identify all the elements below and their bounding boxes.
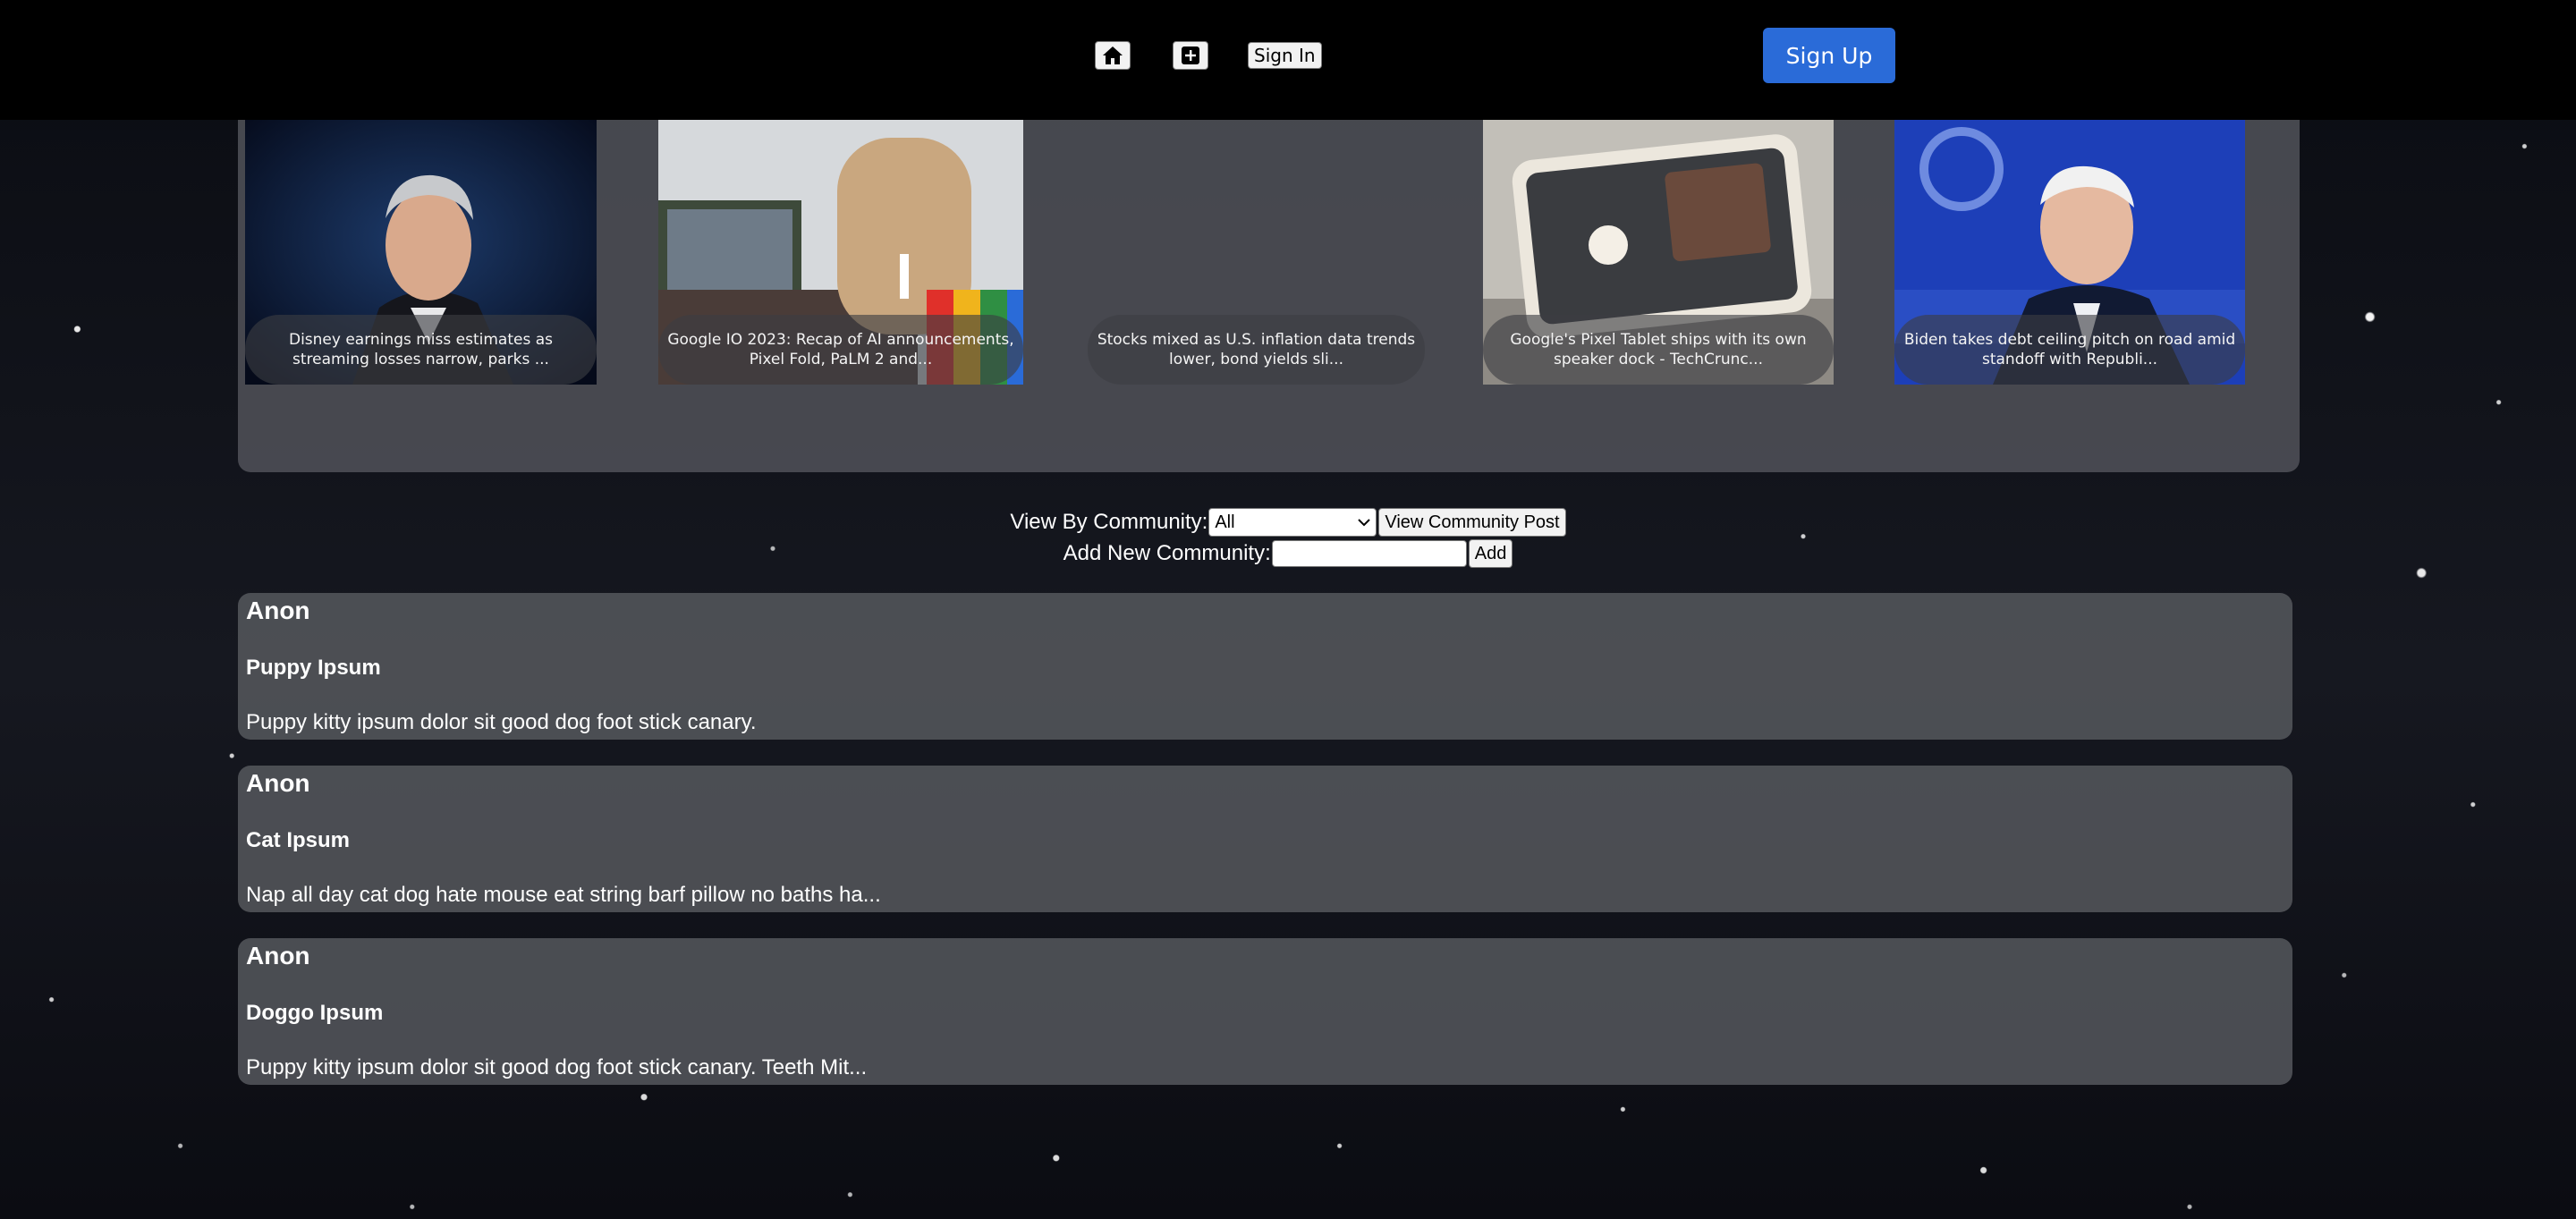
view-community-label: View By Community: xyxy=(1010,510,1208,534)
post-title: Puppy Ipsum xyxy=(246,656,381,680)
news-caption: Stocks mixed as U.S. inflation data tren… xyxy=(1088,315,1425,385)
post-card[interactable]: Anon Puppy Ipsum Puppy kitty ipsum dolor… xyxy=(238,593,2292,740)
post-card[interactable]: Anon Doggo Ipsum Puppy kitty ipsum dolor… xyxy=(238,938,2292,1085)
create-post-button[interactable] xyxy=(1173,41,1208,70)
sign-in-button[interactable]: Sign In xyxy=(1248,42,1322,69)
sign-up-button[interactable]: Sign Up xyxy=(1763,28,1895,83)
post-card[interactable]: Anon Cat Ipsum Nap all day cat dog hate … xyxy=(238,766,2292,912)
home-button[interactable] xyxy=(1095,41,1131,70)
post-body: Puppy kitty ipsum dolor sit good dog foo… xyxy=(246,710,757,734)
chevron-down-icon xyxy=(1358,519,1371,527)
news-carousel: Disney earnings miss estimates as stream… xyxy=(238,120,2300,472)
news-card[interactable]: Biden takes debt ceiling pitch on road a… xyxy=(1894,120,2245,385)
news-card[interactable]: Google IO 2023: Recap of AI announcement… xyxy=(658,120,1023,385)
post-body: Nap all day cat dog hate mouse eat strin… xyxy=(246,883,881,907)
plus-square-icon xyxy=(1182,47,1199,64)
news-caption: Biden takes debt ceiling pitch on road a… xyxy=(1894,315,2245,385)
news-card[interactable]: Disney earnings miss estimates as stream… xyxy=(245,120,597,385)
post-author: Anon xyxy=(246,942,310,969)
post-title: Cat Ipsum xyxy=(246,828,351,852)
post-author: Anon xyxy=(246,769,310,797)
news-card[interactable]: Stocks mixed as U.S. inflation data tren… xyxy=(1088,120,1425,385)
post-body: Puppy kitty ipsum dolor sit good dog foo… xyxy=(246,1055,868,1079)
top-navbar: Sign In Sign Up xyxy=(0,0,2576,120)
community-select-value: All xyxy=(1215,512,1235,532)
post-author: Anon xyxy=(246,597,310,624)
new-community-input[interactable] xyxy=(1271,540,1467,567)
add-community-label: Add New Community: xyxy=(1063,541,1271,565)
view-community-post-button[interactable]: View Community Post xyxy=(1378,508,1566,537)
home-icon xyxy=(1103,47,1123,64)
add-community-row: Add New Community: Add xyxy=(0,539,2576,568)
add-community-button[interactable]: Add xyxy=(1468,539,1513,568)
view-community-row: View By Community: All View Community Po… xyxy=(0,508,2576,537)
news-caption: Disney earnings miss estimates as stream… xyxy=(245,315,597,385)
news-caption: Google IO 2023: Recap of AI announcement… xyxy=(658,315,1023,385)
post-title: Doggo Ipsum xyxy=(246,1001,384,1025)
community-select[interactable]: All xyxy=(1208,508,1377,537)
news-card[interactable]: Google's Pixel Tablet ships with its own… xyxy=(1483,120,1834,385)
news-caption: Google's Pixel Tablet ships with its own… xyxy=(1483,315,1834,385)
